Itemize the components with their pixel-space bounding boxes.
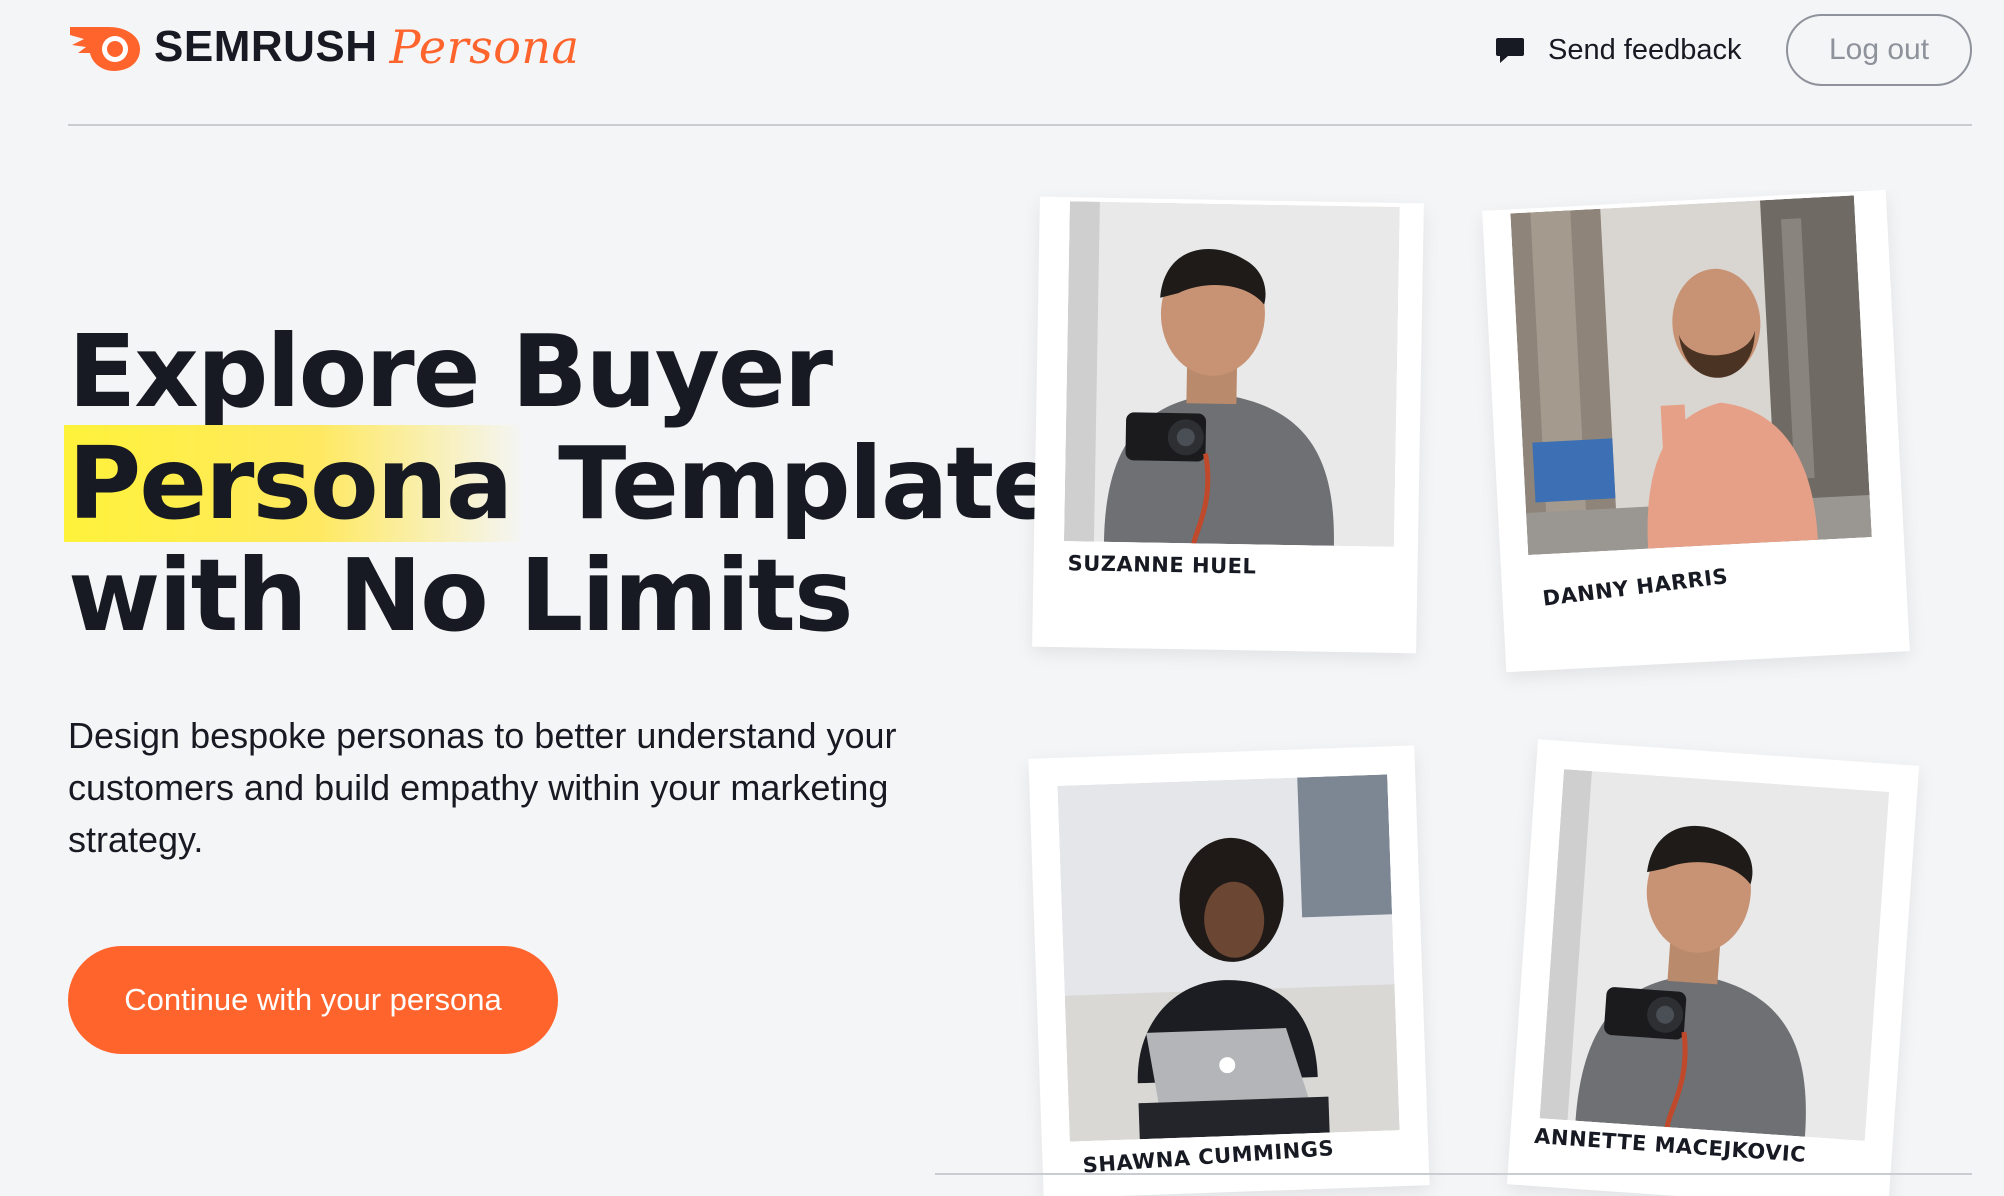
persona-card[interactable]: ANNETTE MACEJKOVIC xyxy=(1506,739,1920,1196)
man-with-camera-icon xyxy=(1063,201,1400,547)
log-out-button[interactable]: Log out xyxy=(1786,14,1972,86)
send-feedback-link[interactable]: Send feedback xyxy=(1494,26,1741,74)
persona-card[interactable]: DANNY HARRIS xyxy=(1482,190,1910,673)
hero-title-line-2: Persona Templates xyxy=(64,425,1118,542)
persona-name: SHAWNA CUMMINGS xyxy=(1081,1136,1335,1178)
man-with-camera-icon xyxy=(1539,769,1890,1141)
woman-with-laptop-icon xyxy=(1057,774,1400,1142)
page: SEMRUSH Persona Send feedback Log out Ex… xyxy=(0,0,2004,1196)
persona-name: SUZANNE HUEL xyxy=(1067,551,1257,579)
persona-card[interactable]: SUZANNE HUEL xyxy=(1032,196,1424,654)
hero-title-highlight: Persona xyxy=(64,425,526,542)
bottom-divider xyxy=(935,1173,1972,1175)
logo-wordmark: SEMRUSH xyxy=(154,22,378,71)
persona-photo xyxy=(1539,769,1890,1141)
top-bar: SEMRUSH Persona Send feedback Log out xyxy=(68,0,1972,126)
send-feedback-label: Send feedback xyxy=(1548,33,1742,66)
bearded-man-city-icon xyxy=(1510,195,1872,555)
speech-bubble-icon xyxy=(1496,38,1524,63)
hero-title-line-1: Explore Buyer xyxy=(68,313,833,430)
persona-name: DANNY HARRIS xyxy=(1541,564,1730,611)
persona-gallery: SUZANNE HUEL DANNY HARRIS SHAWNA CUMMING… xyxy=(930,190,2004,1196)
semrush-persona-logo[interactable]: SEMRUSH Persona xyxy=(68,20,579,74)
persona-photo xyxy=(1057,774,1400,1142)
persona-photo xyxy=(1510,195,1872,555)
hero-description: Design bespoke personas to better unders… xyxy=(68,715,897,860)
hero-title: Explore Buyer Persona Templates with No … xyxy=(64,313,1118,654)
semrush-flame-icon xyxy=(70,27,140,71)
persona-photo xyxy=(1063,201,1400,547)
continue-with-persona-button[interactable]: Continue with your persona xyxy=(68,946,558,1054)
persona-card[interactable]: SHAWNA CUMMINGS xyxy=(1028,745,1430,1196)
hero-title-line-3: with No Limits xyxy=(68,537,853,654)
logo-product-name: Persona xyxy=(389,20,580,74)
